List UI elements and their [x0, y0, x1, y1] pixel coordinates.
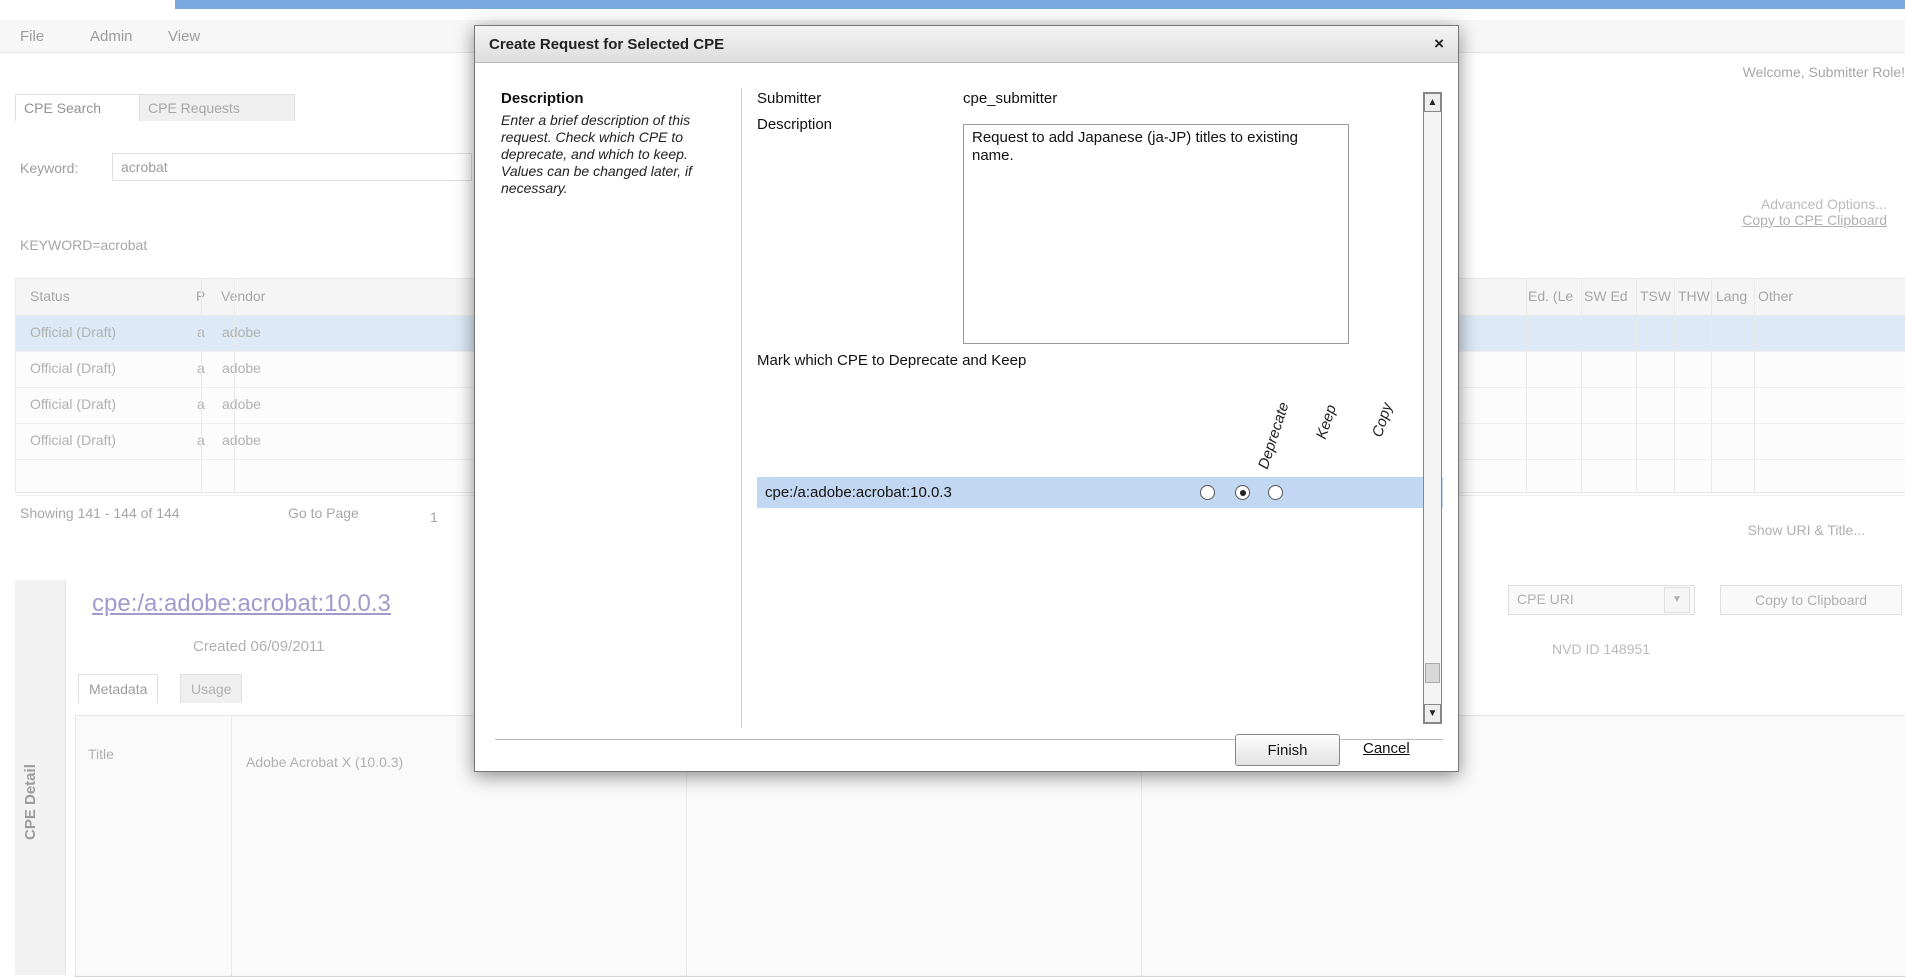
close-icon[interactable]: × — [1434, 34, 1444, 54]
scroll-up-icon[interactable]: ▲ — [1424, 93, 1441, 112]
dialog-titlebar: Create Request for Selected CPE × — [475, 26, 1458, 63]
column-divider — [741, 88, 742, 728]
description-help: Enter a brief description of this reques… — [501, 112, 692, 196]
cpe-row-name: cpe:/a:adobe:acrobat:10.0.3 — [765, 484, 952, 501]
copy-radio[interactable] — [1268, 485, 1283, 500]
scrollbar-thumb[interactable] — [1425, 663, 1440, 683]
description-heading: Description — [501, 90, 584, 107]
col-keep-header: Keep — [1313, 402, 1340, 442]
scroll-down-icon[interactable]: ▼ — [1424, 704, 1441, 723]
submitter-label: Submitter — [757, 90, 822, 107]
keep-radio[interactable] — [1235, 485, 1250, 500]
dialog-title: Create Request for Selected CPE — [489, 36, 725, 53]
description-label: Description — [757, 116, 833, 133]
cpe-selection-row: cpe:/a:adobe:acrobat:10.0.3 — [757, 477, 1443, 508]
mark-instruction: Mark which CPE to Deprecate and Keep — [757, 352, 1027, 369]
dialog-scrollbar[interactable]: ▲ ▼ — [1423, 92, 1442, 724]
cancel-link[interactable]: Cancel — [1363, 740, 1410, 757]
col-copy-header: Copy — [1369, 400, 1396, 440]
finish-button[interactable]: Finish — [1235, 734, 1340, 766]
submitter-value: cpe_submitter — [963, 90, 1058, 107]
col-deprecate-header: Deprecate — [1255, 400, 1293, 472]
description-textarea[interactable]: Request to add Japanese (ja-JP) titles t… — [963, 124, 1349, 344]
deprecate-radio[interactable] — [1200, 485, 1215, 500]
create-request-dialog: Create Request for Selected CPE × Descri… — [474, 25, 1459, 772]
